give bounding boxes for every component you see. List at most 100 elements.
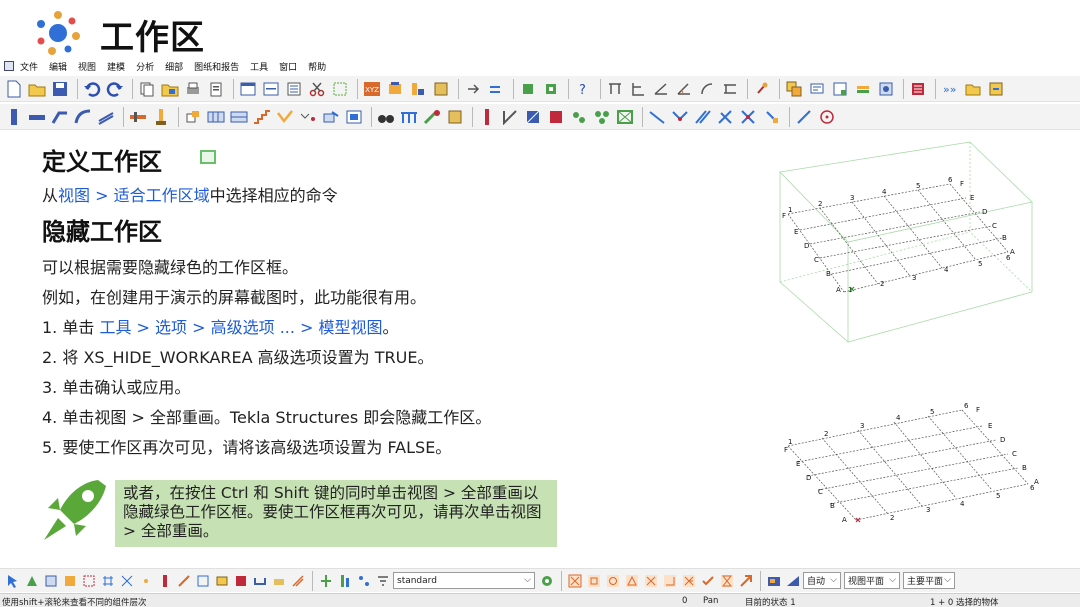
menu-detailing[interactable]: 细部 — [165, 60, 183, 73]
help-icon[interactable]: ? — [573, 79, 593, 99]
angle-icon[interactable] — [651, 79, 671, 99]
slab-icon[interactable] — [229, 107, 249, 127]
measure-icon[interactable] — [720, 79, 740, 99]
bolt-icon[interactable] — [477, 107, 497, 127]
orthogonal-beam-icon[interactable] — [128, 107, 148, 127]
stack-icon[interactable] — [853, 79, 873, 99]
select-bolt-icon[interactable] — [156, 572, 173, 589]
select-assembly-icon[interactable] — [289, 572, 306, 589]
open-folder-icon[interactable] — [27, 79, 47, 99]
auto-select[interactable]: 自动 ⌵ — [803, 572, 841, 589]
main-plane-select[interactable]: 主要平面 ⌵ — [903, 572, 955, 589]
layer-icon[interactable] — [807, 79, 827, 99]
stair-icon[interactable] — [252, 107, 272, 127]
copy-layer-icon[interactable] — [784, 79, 804, 99]
menu-view[interactable]: 视图 — [78, 60, 96, 73]
print-icon[interactable] — [183, 79, 203, 99]
snap-hourglass-icon[interactable] — [718, 572, 735, 589]
rebar-icon[interactable] — [422, 107, 442, 127]
grid-settings-icon[interactable] — [876, 79, 896, 99]
plane-model-icon[interactable] — [784, 572, 801, 589]
menu-window[interactable]: 窗口 — [279, 60, 297, 73]
solid-icon[interactable] — [445, 107, 465, 127]
tools-options-advanced-link[interactable]: 工具 > 选项 > 高级选项 ... > 模型视图 — [99, 318, 382, 337]
plane-view-icon[interactable] — [765, 572, 782, 589]
clipboard-icon[interactable] — [206, 79, 226, 99]
snap-circle-icon[interactable] — [604, 572, 621, 589]
select-nested-icon[interactable] — [355, 572, 372, 589]
column-icon[interactable] — [4, 107, 24, 127]
fitting-icon[interactable] — [500, 107, 520, 127]
snap-extension-icon[interactable] — [680, 572, 697, 589]
filter-settings-icon[interactable] — [538, 572, 555, 589]
macro-icon[interactable] — [963, 79, 983, 99]
select-view-icon[interactable] — [213, 572, 230, 589]
component-group-icon[interactable] — [592, 107, 612, 127]
menu-file[interactable]: 文件 — [20, 60, 38, 73]
truss-icon[interactable] — [399, 107, 419, 127]
dimension-icon[interactable] — [605, 79, 625, 99]
snap-intersection-icon[interactable] — [739, 107, 759, 127]
dimension-angle-icon[interactable] — [628, 79, 648, 99]
arrow-pair-icon[interactable] — [486, 79, 506, 99]
binoculars-icon[interactable] — [376, 107, 396, 127]
xyz-icon[interactable]: XYZ — [362, 79, 382, 99]
app-window-icon[interactable] — [4, 61, 14, 71]
snap-arrow-icon[interactable] — [737, 572, 754, 589]
select-surface-icon[interactable] — [42, 572, 59, 589]
menu-drawings-reports[interactable]: 图纸和报告 — [194, 60, 239, 73]
snap-reference-icon[interactable] — [566, 572, 583, 589]
menu-edit[interactable]: 编辑 — [49, 60, 67, 73]
polybeam-icon[interactable] — [50, 107, 70, 127]
angle-measure-icon[interactable] — [674, 79, 694, 99]
snap-cross-icon[interactable] — [642, 572, 659, 589]
snap-free-icon[interactable] — [794, 107, 814, 127]
selection-filter-select[interactable]: standard ⌵ — [393, 572, 535, 589]
arc-icon[interactable] — [697, 79, 717, 99]
snap-check-icon[interactable] — [699, 572, 716, 589]
weld-icon[interactable] — [298, 107, 318, 127]
custom-component-icon[interactable] — [615, 107, 635, 127]
menu-analysis[interactable]: 分析 — [136, 60, 154, 73]
cut-icon[interactable] — [307, 79, 327, 99]
beam-icon[interactable] — [27, 107, 47, 127]
properties-icon[interactable] — [284, 79, 304, 99]
select-gridline-icon[interactable] — [118, 572, 135, 589]
select-assembly-level-icon[interactable] — [336, 572, 353, 589]
menu-tools[interactable]: 工具 — [250, 60, 268, 73]
more-icon[interactable]: »» — [940, 79, 960, 99]
part-position-icon[interactable] — [408, 79, 428, 99]
redo-icon[interactable] — [105, 79, 125, 99]
select-reference-icon[interactable] — [270, 572, 287, 589]
view-plane-select[interactable]: 视图平面 ⌵ — [844, 572, 900, 589]
snap-square-icon[interactable] — [585, 572, 602, 589]
select-part-icon[interactable] — [23, 572, 40, 589]
view-list-icon[interactable] — [261, 79, 281, 99]
pin-icon[interactable] — [752, 79, 772, 99]
select-point-icon[interactable] — [137, 572, 154, 589]
select-cut-icon[interactable] — [194, 572, 211, 589]
select-box-icon[interactable] — [330, 79, 350, 99]
pad-footing-icon[interactable] — [151, 107, 171, 127]
twin-profile-icon[interactable] — [96, 107, 116, 127]
select-plane-icon[interactable] — [232, 572, 249, 589]
detail-icon[interactable] — [344, 107, 364, 127]
arrow-right-icon[interactable] — [463, 79, 483, 99]
green-cube-alt-icon[interactable] — [541, 79, 561, 99]
green-cube-icon[interactable] — [518, 79, 538, 99]
select-component-object-icon[interactable] — [80, 572, 97, 589]
view-fit-workarea-link[interactable]: 视图 > 适合工作区域 — [58, 186, 210, 205]
select-weld-icon[interactable] — [175, 572, 192, 589]
contour-plate-icon[interactable] — [183, 107, 203, 127]
snap-midpoint-icon[interactable] — [670, 107, 690, 127]
open-model-icon[interactable] — [160, 79, 180, 99]
extension-icon[interactable] — [986, 79, 1006, 99]
menu-help[interactable]: 帮助 — [308, 60, 326, 73]
panel-icon[interactable] — [206, 107, 226, 127]
copy-icon[interactable] — [137, 79, 157, 99]
snap-perpendicular-point-icon[interactable] — [661, 572, 678, 589]
flag-icon[interactable] — [908, 79, 928, 99]
window-icon[interactable] — [238, 79, 258, 99]
select-grid-icon[interactable] — [99, 572, 116, 589]
part-box-icon[interactable] — [431, 79, 451, 99]
